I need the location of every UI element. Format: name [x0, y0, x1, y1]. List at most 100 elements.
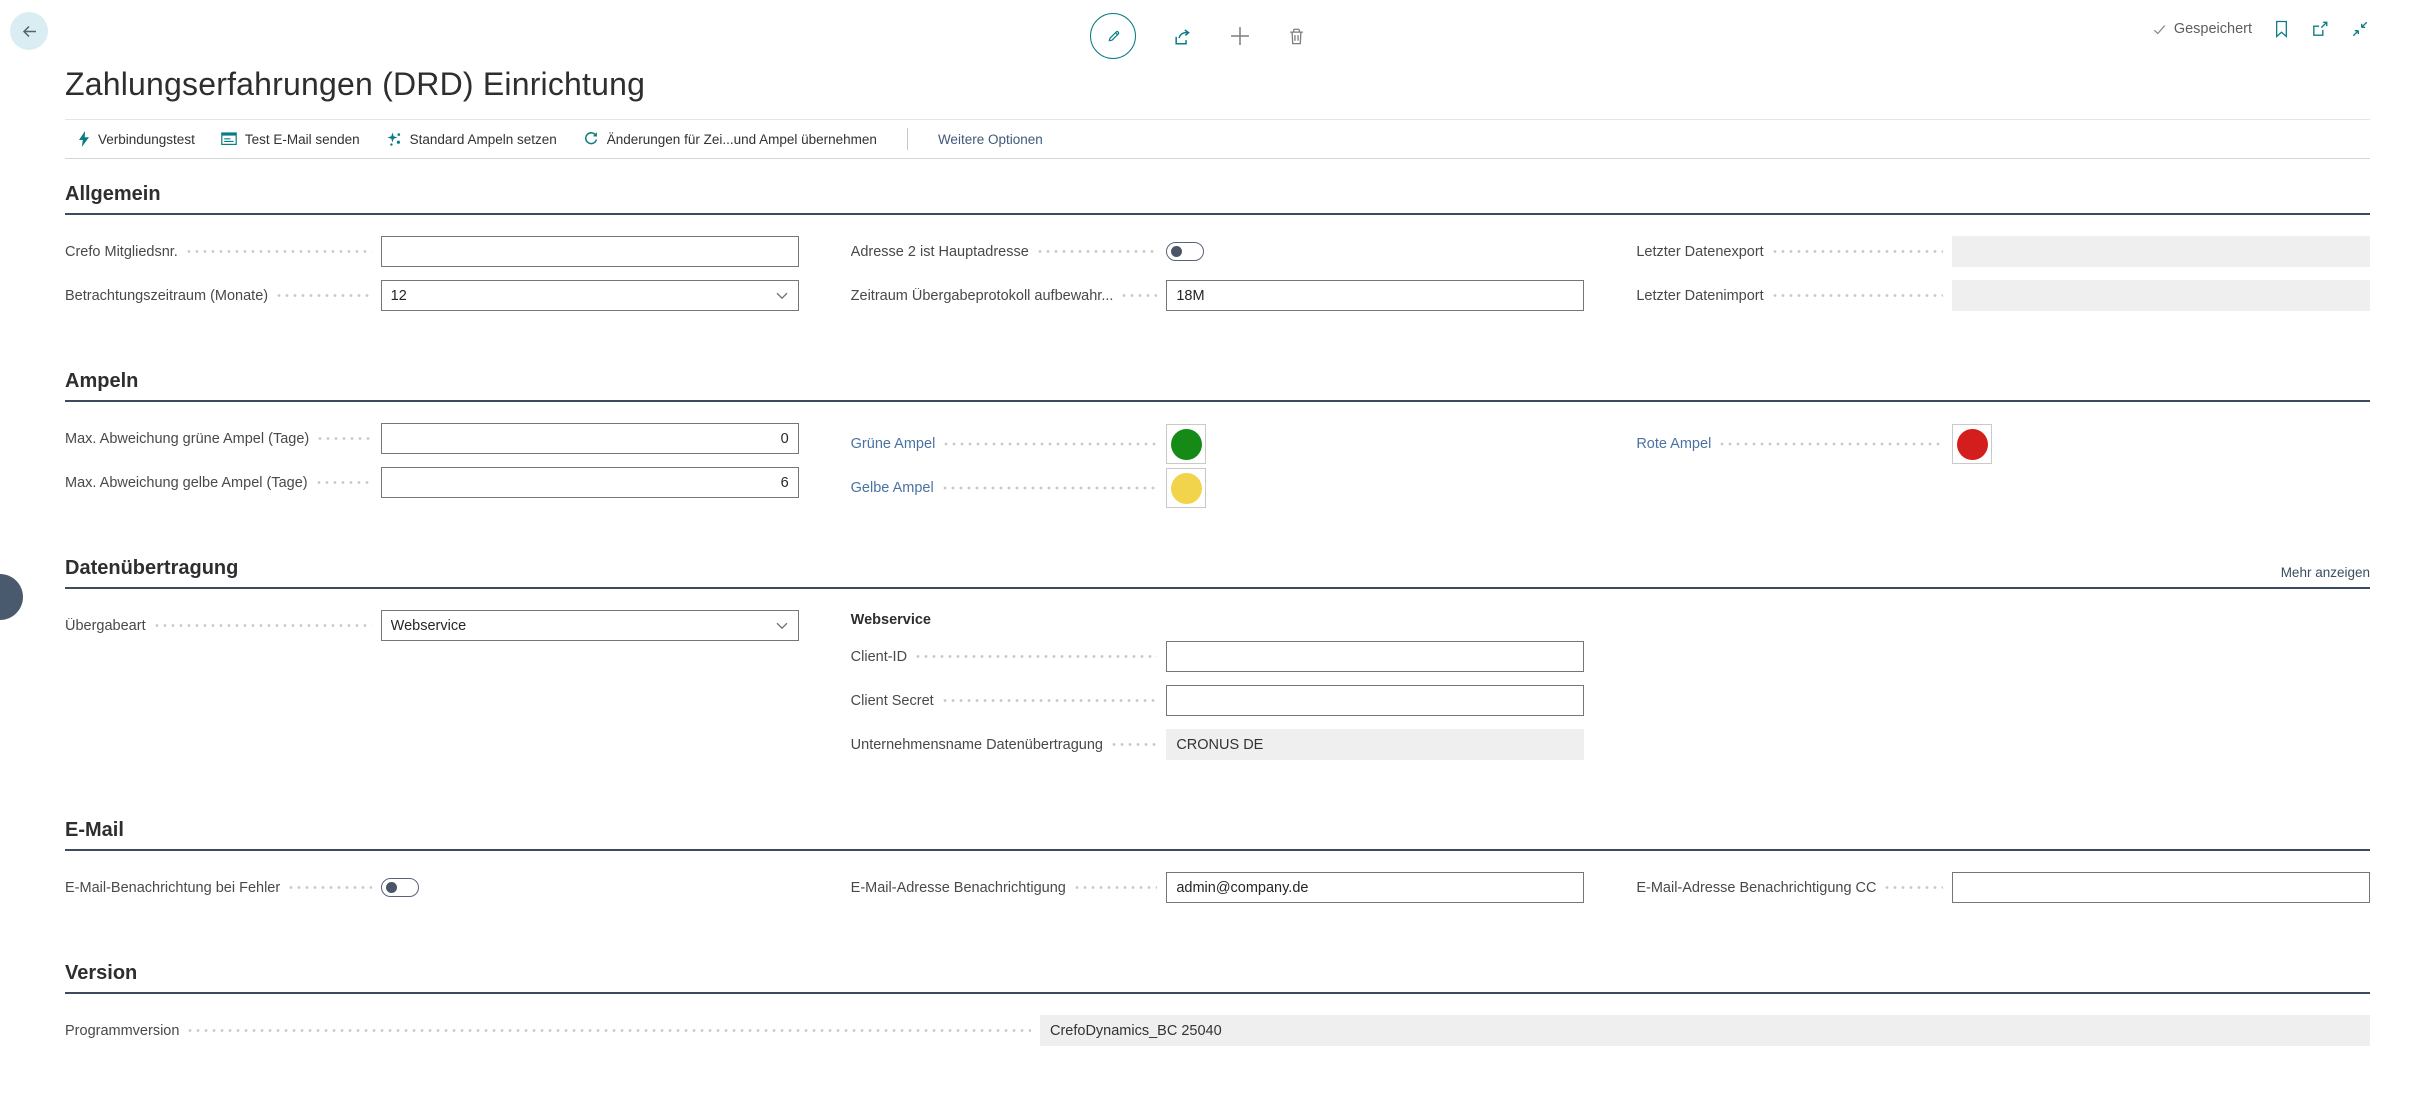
max-abweichung-gelb-input[interactable] — [381, 467, 799, 498]
field-crefo-mitgliedsnr: Crefo Mitgliedsnr. — [65, 236, 799, 267]
client-secret-input[interactable] — [1166, 685, 1584, 716]
field-letzter-datenexport: Letzter Datenexport — [1636, 236, 2370, 267]
letzter-datenimport-input — [1952, 280, 2370, 311]
section-datenuebertragung: Datenübertragung Mehr anzeigen Übergabea… — [65, 557, 2370, 773]
edit-button[interactable] — [1090, 13, 1136, 59]
dotted-leader — [153, 610, 372, 641]
show-more-link[interactable]: Mehr anzeigen — [2281, 565, 2370, 580]
field-label: Crefo Mitgliedsnr. — [65, 244, 178, 260]
open-in-window-button[interactable] — [2311, 20, 2329, 38]
dotted-leader — [1883, 872, 1943, 903]
field-max-abweichung-gruen: Max. Abweichung grüne Ampel (Tage) — [65, 423, 799, 454]
collapse-arrows-icon — [2351, 20, 2369, 38]
unternehmensname-input — [1166, 729, 1584, 760]
section-version: Version Programmversion — [65, 962, 2370, 1059]
share-icon — [1172, 27, 1193, 46]
dotted-leader — [1036, 236, 1158, 267]
field-label: Betrachtungszeitraum (Monate) — [65, 288, 268, 304]
field-label: Letzter Datenexport — [1636, 244, 1763, 260]
field-uebergabeart: Übergabeart — [65, 610, 799, 641]
field-label: Adresse 2 ist Hauptadresse — [851, 244, 1029, 260]
more-options-button[interactable]: Weitere Optionen — [938, 132, 1043, 147]
save-status: Gespeichert — [2152, 21, 2252, 37]
field-programmversion: Programmversion — [65, 1015, 2370, 1046]
programmversion-input — [1040, 1015, 2370, 1046]
field-label: Rote Ampel — [1636, 436, 1711, 452]
delete-button[interactable] — [1287, 27, 1306, 46]
field-betrachtungszeitraum: Betrachtungszeitraum (Monate) — [65, 280, 799, 311]
section-heading: Allgemein — [65, 183, 161, 206]
email-adresse-cc-input[interactable] — [1952, 872, 2370, 903]
rote-ampel-color-picker[interactable] — [1952, 424, 1992, 464]
betrachtungszeitraum-select[interactable] — [381, 280, 799, 311]
field-client-id: Client-ID — [851, 641, 1585, 672]
email-benachrichtung-toggle[interactable] — [381, 878, 419, 897]
dotted-leader — [186, 1015, 1031, 1046]
max-abweichung-gruen-input[interactable] — [381, 423, 799, 454]
dotted-leader — [1771, 236, 1943, 267]
field-label: Max. Abweichung gelbe Ampel (Tage) — [65, 475, 308, 491]
dotted-leader — [914, 641, 1157, 672]
toggle-knob — [1171, 246, 1182, 257]
field-label: Letzter Datenimport — [1636, 288, 1763, 304]
client-id-input[interactable] — [1166, 641, 1584, 672]
dotted-leader — [275, 280, 372, 311]
refresh-icon — [583, 131, 599, 147]
green-circle — [1171, 429, 1202, 460]
section-heading: Version — [65, 962, 137, 985]
field-max-abweichung-gelb: Max. Abweichung gelbe Ampel (Tage) — [65, 467, 799, 498]
record-toolbar — [1090, 13, 1306, 59]
plus-icon — [1229, 25, 1251, 47]
crefo-mitgliedsnr-input[interactable] — [381, 236, 799, 267]
pencil-icon — [1105, 28, 1122, 45]
check-icon — [2152, 22, 2167, 37]
yellow-circle — [1171, 473, 1202, 504]
field-label: E-Mail-Adresse Benachrichtigung — [851, 880, 1066, 896]
section-heading: E-Mail — [65, 819, 124, 842]
field-email-adresse-cc: E-Mail-Adresse Benachrichtigung CC — [1636, 872, 2370, 903]
field-letzter-datenimport: Letzter Datenimport — [1636, 280, 2370, 311]
action-standard-ampeln-setzen[interactable]: Standard Ampeln setzen — [386, 131, 557, 147]
letzter-datenexport-input — [1952, 236, 2370, 267]
section-email: E-Mail E-Mail-Benachrichtung bei Fehler … — [65, 819, 2370, 916]
dotted-leader — [1718, 423, 1943, 465]
bookmark-button[interactable] — [2274, 20, 2289, 38]
gruene-ampel-color-picker[interactable] — [1166, 424, 1206, 464]
dotted-leader — [1073, 872, 1157, 903]
field-label: Programmversion — [65, 1023, 179, 1039]
field-unternehmensname: Unternehmensname Datenübertragung — [851, 729, 1585, 760]
dotted-leader — [1120, 280, 1157, 311]
dotted-leader — [185, 236, 372, 267]
email-adresse-input[interactable] — [1166, 872, 1584, 903]
field-client-secret: Client Secret — [851, 685, 1585, 716]
actionbar-divider — [907, 128, 908, 150]
uebergabeart-select[interactable] — [381, 610, 799, 641]
adresse2-hauptadresse-toggle[interactable] — [1166, 242, 1204, 261]
action-test-email-senden[interactable]: Test E-Mail senden — [221, 132, 360, 147]
field-label: Client Secret — [851, 693, 934, 709]
lightning-icon — [78, 131, 90, 147]
gelbe-ampel-color-picker[interactable] — [1166, 468, 1206, 508]
action-verbindungstest[interactable]: Verbindungstest — [78, 131, 195, 147]
field-label: Max. Abweichung grüne Ampel (Tage) — [65, 431, 309, 447]
toggle-knob — [386, 882, 397, 893]
zeitraum-protokoll-input[interactable] — [1166, 280, 1584, 311]
bookmark-icon — [2274, 20, 2289, 38]
share-button[interactable] — [1172, 27, 1193, 46]
collapse-view-button[interactable] — [2351, 20, 2369, 38]
field-email-adresse: E-Mail-Adresse Benachrichtigung — [851, 872, 1585, 903]
field-label: Unternehmensname Datenübertragung — [851, 737, 1103, 753]
dotted-leader — [941, 467, 1158, 509]
field-label: Grüne Ampel — [851, 436, 936, 452]
open-in-window-icon — [2311, 20, 2329, 38]
field-label: Übergabeart — [65, 618, 146, 634]
action-label: Standard Ampeln setzen — [410, 132, 557, 147]
field-label: Zeitraum Übergabeprotokoll aufbewahr... — [851, 288, 1114, 304]
action-bar: Verbindungstest Test E-Mail senden Stand… — [65, 119, 2370, 159]
action-aenderungen-uebernehmen[interactable]: Änderungen für Zei...und Ampel übernehme… — [583, 131, 877, 147]
field-label: Gelbe Ampel — [851, 480, 934, 496]
back-button[interactable] — [10, 12, 48, 50]
window-controls: Gespeichert — [2152, 20, 2369, 38]
new-record-button[interactable] — [1229, 25, 1251, 47]
page-title: Zahlungserfahrungen (DRD) Einrichtung — [65, 66, 2421, 103]
